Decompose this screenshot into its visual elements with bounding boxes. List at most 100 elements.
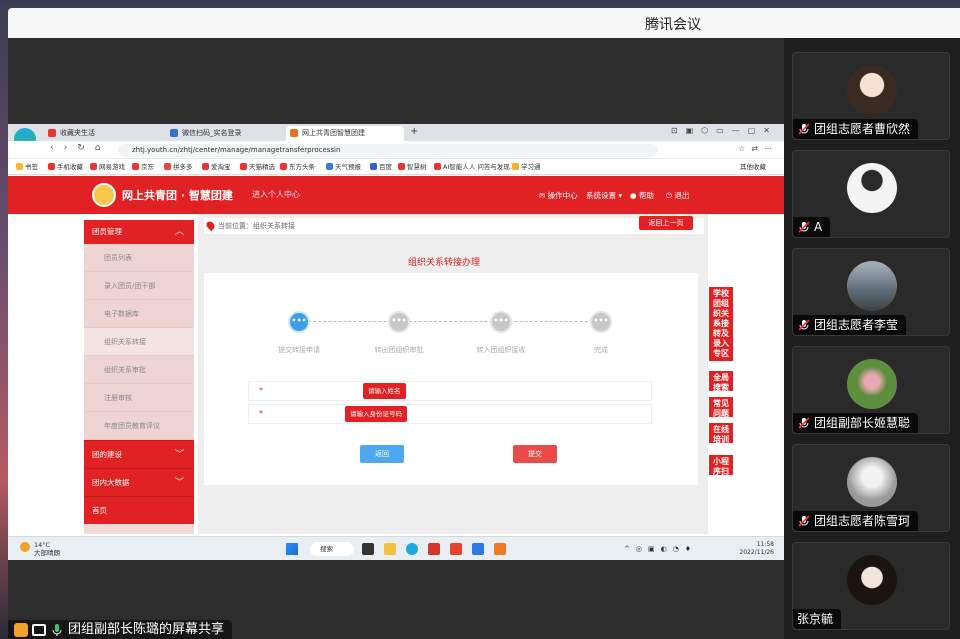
step-indicator: •••: [490, 311, 512, 333]
browser-tab[interactable]: 微信扫码_实名登录: [166, 126, 282, 141]
sidebar-section-member-management[interactable]: 团员管理 ︿: [84, 220, 194, 244]
new-tab-icon[interactable]: +: [410, 126, 418, 137]
bookmark-item[interactable]: 学习通: [512, 159, 541, 175]
participant-card[interactable]: 团组志愿者李莹: [792, 248, 950, 336]
name-field[interactable]: * 请输入姓名: [248, 381, 652, 401]
participant-card[interactable]: 团组志愿者陈雪珂: [792, 444, 950, 532]
wps-office-icon[interactable]: [450, 543, 462, 555]
tencent-meeting-icon[interactable]: [472, 543, 484, 555]
location-pin-icon: [204, 219, 217, 232]
sidebar-item[interactable]: 注册审核: [84, 384, 194, 412]
step-indicator: •••: [388, 311, 410, 333]
bookmark-item[interactable]: 智慧树: [398, 159, 427, 175]
step-connector: [298, 321, 598, 322]
mic-muted-icon: [798, 515, 810, 527]
participant-card[interactable]: A: [792, 150, 950, 238]
sidebar-section[interactable]: 团的建设 ﹀: [84, 440, 194, 468]
bookmark-item[interactable]: AI智能人人 问答与发现...: [434, 159, 516, 175]
toolbar-icons[interactable]: ☆⇄⋯: [738, 144, 778, 153]
bookmark-item[interactable]: 天气预报: [326, 159, 361, 175]
participant-name-tag: 团组志愿者曹欣然: [793, 119, 919, 139]
system-clock[interactable]: 11:58 2022/11/26: [739, 541, 774, 557]
sidebar-item[interactable]: 团员列表: [84, 244, 194, 272]
sidebar-section[interactable]: 首页: [84, 496, 194, 524]
tab-label: 收藏夹生活: [60, 129, 95, 137]
participant-card[interactable]: 团组志愿者曹欣然: [792, 52, 950, 140]
participant-name: 团组副部长姬慧聪: [814, 416, 911, 430]
bookmark-item[interactable]: 书签: [16, 159, 38, 175]
browser-tab[interactable]: 收藏夹生活: [44, 126, 160, 141]
system-tray-icons[interactable]: ^◎▣◐◔♦: [624, 545, 697, 553]
nav-operation-center[interactable]: ✉ 操作中心: [539, 190, 578, 201]
nav-system-settings[interactable]: 系统设置 ▾: [586, 190, 622, 201]
windows-start-icon[interactable]: [286, 543, 298, 555]
step-label: 提交转接申请: [278, 346, 320, 354]
bookmark-item[interactable]: 其他收藏: [740, 159, 766, 175]
app-title: 腾讯会议: [645, 17, 701, 33]
sidebar-item[interactable]: 录入团员/团干部: [84, 272, 194, 300]
bookmark-item[interactable]: 拼多多: [164, 159, 193, 175]
bookmark-item[interactable]: 爱淘宝: [202, 159, 231, 175]
sidebar-item[interactable]: 电子数据库: [84, 300, 194, 328]
window-controls[interactable]: ⊡▣⬡▭—▢✕: [671, 126, 778, 135]
avatar: [847, 359, 897, 409]
nav-help[interactable]: ● 帮助: [630, 190, 654, 201]
browser-tab-strip: 收藏夹生活 微信扫码_实名登录 网上共青团智慧团建 + ⊡▣⬡▭—▢✕: [8, 124, 784, 150]
float-global-search[interactable]: 全局搜索: [708, 370, 734, 392]
personal-center-link[interactable]: 进入个人中心: [252, 189, 300, 200]
app-icon[interactable]: [494, 543, 506, 555]
tab-favicon-icon: [170, 129, 178, 137]
chevron-down-icon: ﹀: [174, 478, 184, 488]
weather-widget[interactable]: 14°C 大部晴朗: [34, 541, 60, 557]
url-field[interactable]: zhtj.youth.cn/zhtj/center/manage/managet…: [118, 144, 658, 157]
back-button[interactable]: 返回: [360, 445, 404, 463]
step-indicator: •••: [590, 311, 612, 333]
taskbar-search[interactable]: 搜索: [310, 542, 354, 556]
bookmark-item[interactable]: 东方头条: [280, 159, 315, 175]
submit-button[interactable]: 提交: [513, 445, 557, 463]
required-mark: *: [259, 386, 263, 395]
back-previous-page-button[interactable]: 返回上一页: [639, 216, 693, 230]
sidebar-item-selected[interactable]: 组织关系转接: [84, 328, 194, 356]
nav-logout[interactable]: ⏻ 退出: [666, 190, 689, 201]
nav-buttons[interactable]: ‹›↻⌂: [50, 143, 110, 153]
meeting-titlebar: 腾讯会议: [8, 8, 960, 38]
mic-muted-icon: [798, 319, 810, 331]
sidebar-item[interactable]: 组织关系审批: [84, 356, 194, 384]
float-online-training[interactable]: 在线培训: [708, 422, 734, 444]
site-header: 网上共青团 · 智慧团建 进入个人中心 ✉ 操作中心 系统设置 ▾ ● 帮助 ⏻…: [8, 176, 784, 214]
bookmark-item[interactable]: 天猫精选: [240, 159, 275, 175]
participant-name: 团组志愿者曹欣然: [814, 122, 911, 136]
mic-muted-icon: [798, 221, 810, 233]
tab-label: 微信扫码_实名登录: [182, 129, 242, 137]
id-number-field[interactable]: * 请输入身份证号码: [248, 404, 652, 424]
file-explorer-icon[interactable]: [384, 543, 396, 555]
float-faq[interactable]: 常见问题: [708, 396, 734, 418]
bookmark-item[interactable]: 网易游戏: [90, 159, 125, 175]
url-text: zhtj.youth.cn/zhtj/center/manage/managet…: [132, 146, 341, 154]
edge-browser-icon[interactable]: [406, 543, 418, 555]
transfer-form-card: ••• ••• ••• ••• 提交转接申请 转出团组织审批 转入团组织接收 完…: [204, 273, 698, 485]
task-view-icon[interactable]: [362, 543, 374, 555]
float-mini-program-scan[interactable]: 小程序扫一扫: [708, 454, 734, 486]
youth-league-logo-icon: [92, 183, 116, 207]
chevron-up-icon: ︿: [174, 227, 184, 237]
tab-favicon-icon: [48, 129, 56, 137]
browser-tab-active[interactable]: 网上共青团智慧团建: [286, 126, 404, 141]
sidebar: 团员管理 ︿ 团员列表 录入团员/团干部 电子数据库 组织关系转接 组织关系审批 …: [84, 220, 194, 534]
float-school-transfer-zone[interactable]: 学校团组织关系接转及录入专区: [708, 286, 734, 362]
avatar: [847, 163, 897, 213]
page-title: 组织关系转接办理: [407, 258, 480, 268]
bookmark-item[interactable]: 京东: [132, 159, 154, 175]
participant-card[interactable]: 张京毓: [792, 542, 950, 630]
mic-muted-icon: [798, 417, 810, 429]
bookmark-item[interactable]: 百度: [370, 159, 392, 175]
breadcrumb: 当前位置：组织关系转接: [204, 218, 704, 234]
bookmark-item[interactable]: 手机收藏: [48, 159, 83, 175]
participant-name-tag: 张京毓: [793, 609, 842, 629]
sidebar-section[interactable]: 团内大数据 ﹀: [84, 468, 194, 496]
wps-icon[interactable]: [428, 543, 440, 555]
avatar: [847, 65, 897, 115]
sidebar-item[interactable]: 年度团员教育评议: [84, 412, 194, 440]
participant-card[interactable]: 团组副部长姬慧聪: [792, 346, 950, 434]
